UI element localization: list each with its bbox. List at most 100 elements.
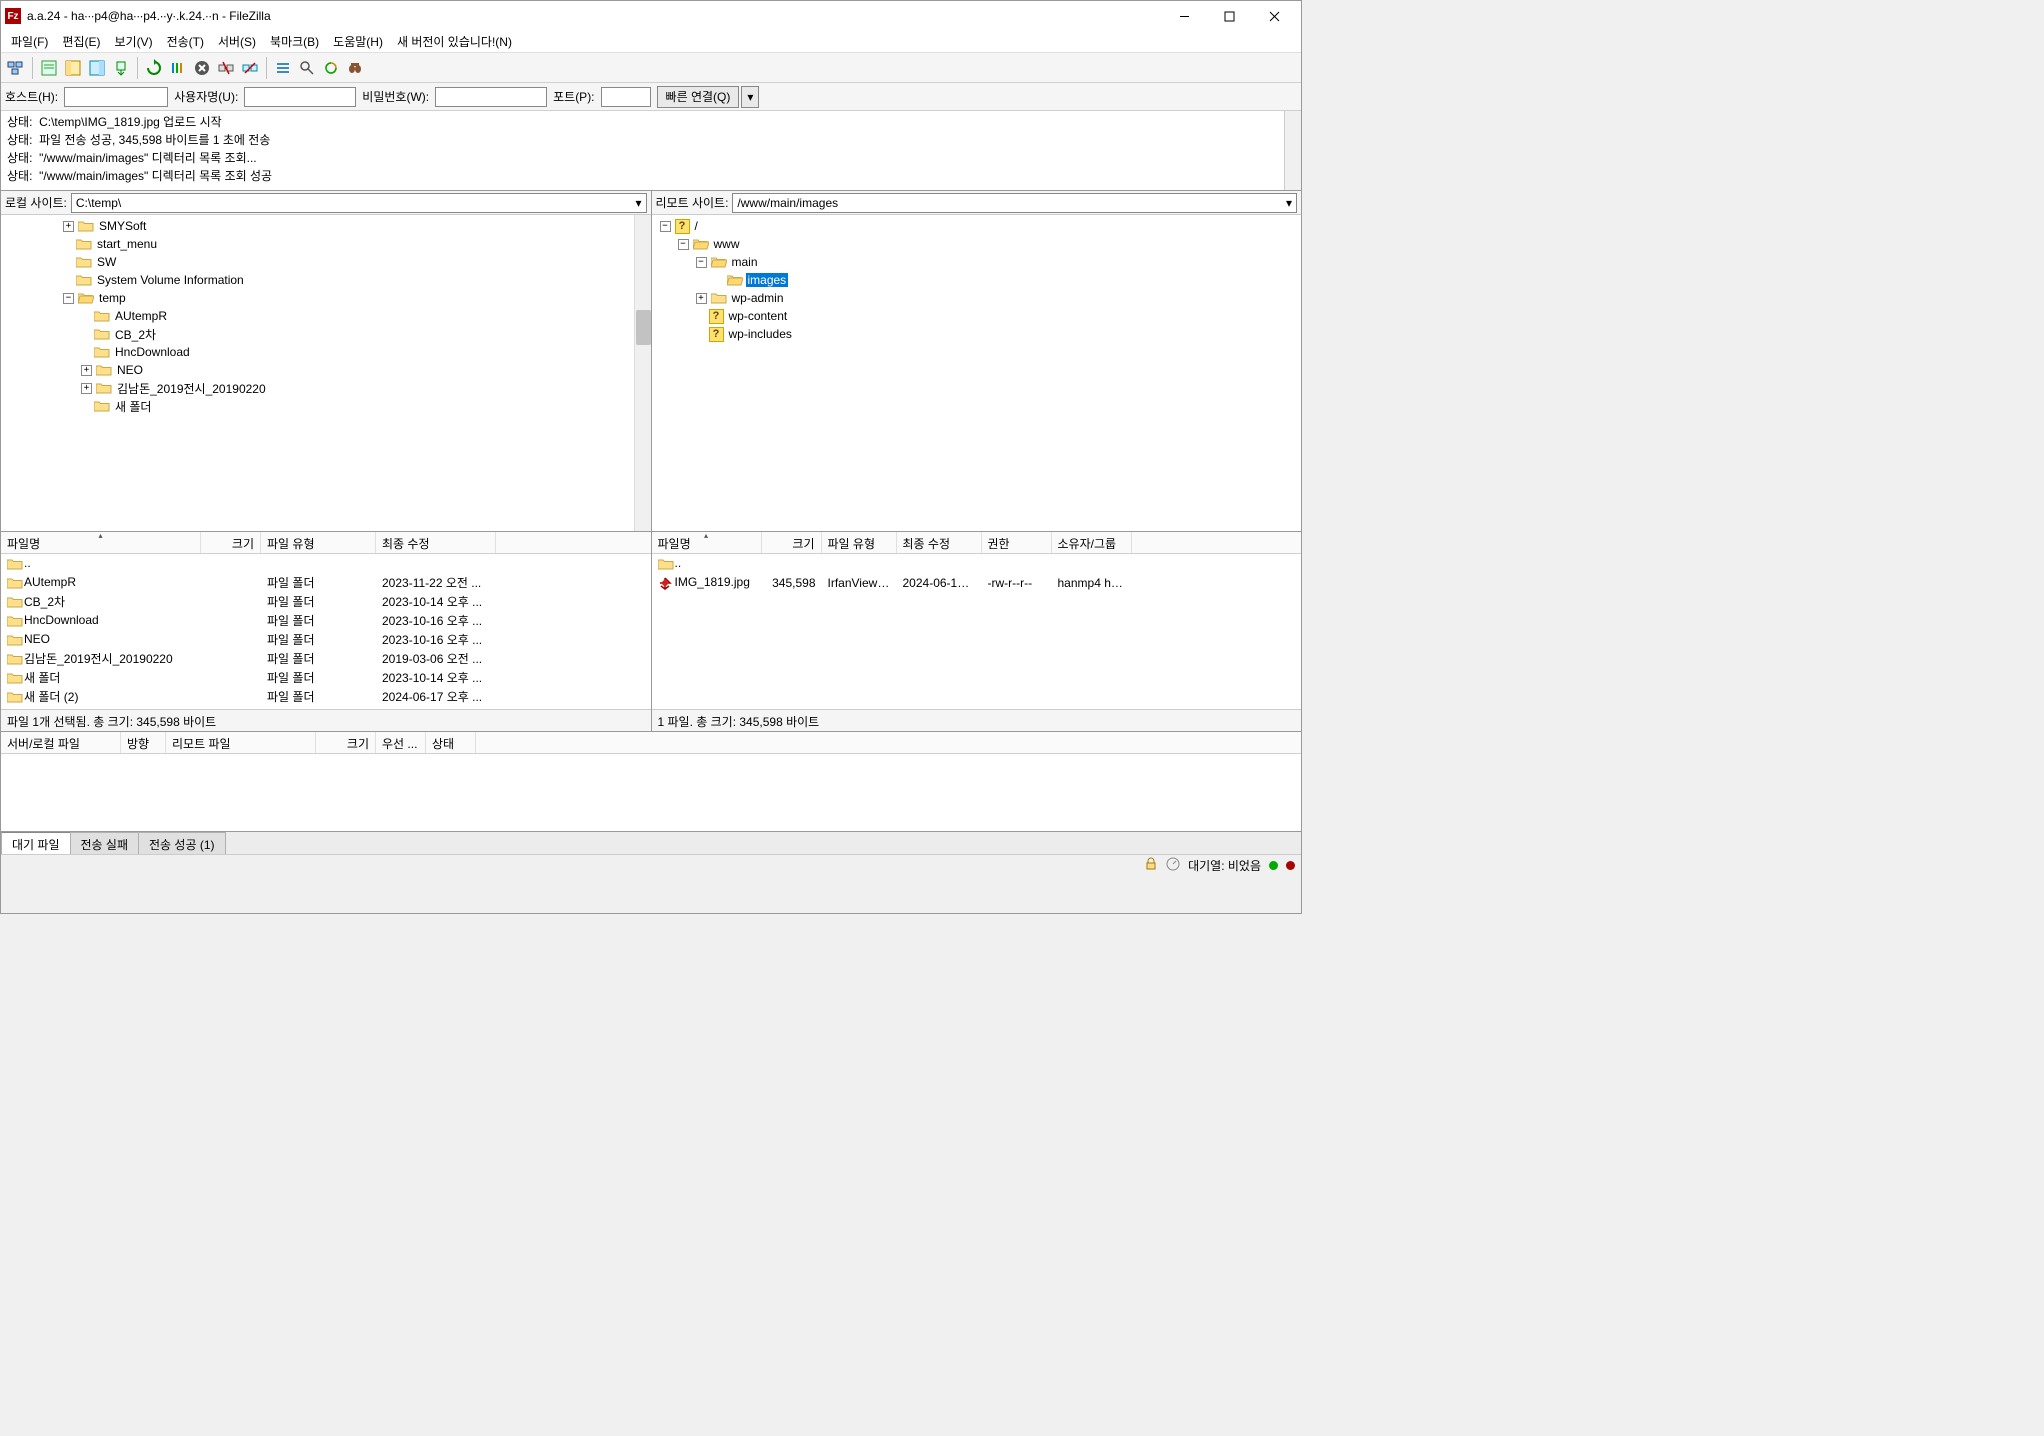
toggle-local-tree-icon[interactable] bbox=[62, 57, 84, 79]
quickconnect-button[interactable]: 빠른 연결(Q) bbox=[657, 86, 740, 108]
col-size[interactable]: 크기 bbox=[201, 532, 261, 553]
site-manager-icon[interactable] bbox=[5, 57, 27, 79]
remote-path-input[interactable]: /www/main/images▾ bbox=[732, 193, 1297, 213]
tree-item[interactable]: AUtempR bbox=[1, 307, 651, 325]
local-filelist-body[interactable]: .. AUtempR 파일 폴더 2023-11-22 오전 ... CB_2차… bbox=[1, 554, 651, 709]
tree-expander[interactable]: + bbox=[81, 383, 92, 394]
file-row[interactable]: 새 폴더 파일 폴더 2023-10-14 오후 ... bbox=[1, 668, 651, 687]
col-size[interactable]: 크기 bbox=[762, 532, 822, 553]
remote-filelist-body[interactable]: .. IMG_1819.jpg 345,598 IrfanView J... 2… bbox=[652, 554, 1302, 709]
file-row[interactable]: CB_2차 파일 폴더 2023-10-14 오후 ... bbox=[1, 592, 651, 611]
file-row[interactable]: HncDownload 파일 폴더 2023-10-16 오후 ... bbox=[1, 611, 651, 630]
tree-expander[interactable]: − bbox=[660, 221, 671, 232]
tree-expander[interactable]: − bbox=[678, 239, 689, 250]
menu-bookmark[interactable]: 북마크(B) bbox=[264, 31, 325, 52]
tree-item[interactable]: ?wp-includes bbox=[652, 325, 1302, 343]
tree-item[interactable]: HncDownload bbox=[1, 343, 651, 361]
minimize-button[interactable] bbox=[1162, 2, 1207, 30]
file-row[interactable]: IMG_1819.jpg 345,598 IrfanView J... 2024… bbox=[652, 573, 1302, 592]
col-filename[interactable]: ▴파일명 bbox=[1, 532, 201, 553]
tree-expander[interactable]: − bbox=[63, 293, 74, 304]
queue-header[interactable]: 서버/로컬 파일 방향 리모트 파일 크기 우선 ... 상태 bbox=[1, 732, 1301, 754]
file-row[interactable]: .. bbox=[652, 554, 1302, 573]
local-tree[interactable]: +SMYSoftstart_menuSWSystem Volume Inform… bbox=[1, 215, 651, 531]
tab-successful[interactable]: 전송 성공 (1) bbox=[138, 832, 226, 854]
remote-filelist-header[interactable]: ▴파일명 크기 파일 유형 최종 수정 권한 소유자/그룹 bbox=[652, 532, 1302, 554]
menu-update[interactable]: 새 버전이 있습니다!(N) bbox=[391, 31, 518, 52]
lock-icon[interactable] bbox=[1144, 857, 1158, 874]
col-filename[interactable]: ▴파일명 bbox=[652, 532, 762, 553]
tree-item[interactable]: images bbox=[652, 271, 1302, 289]
reconnect-icon[interactable] bbox=[239, 57, 261, 79]
file-row[interactable]: AUtempR 파일 폴더 2023-11-22 오전 ... bbox=[1, 573, 651, 592]
remote-tree[interactable]: −?/−www−mainimages+wp-admin?wp-content?w… bbox=[652, 215, 1302, 531]
toggle-log-icon[interactable] bbox=[38, 57, 60, 79]
tree-item[interactable]: +wp-admin bbox=[652, 289, 1302, 307]
log-scrollbar[interactable] bbox=[1284, 111, 1301, 190]
col-perm[interactable]: 권한 bbox=[982, 532, 1052, 553]
col-date[interactable]: 최종 수정 bbox=[376, 532, 496, 553]
tree-expander[interactable]: − bbox=[696, 257, 707, 268]
quickconnect-dropdown[interactable]: ▾ bbox=[741, 86, 759, 108]
tree-item[interactable]: +SMYSoft bbox=[1, 217, 651, 235]
process-queue-icon[interactable] bbox=[167, 57, 189, 79]
file-row[interactable]: 김남돈_2019전시_20190220 파일 폴더 2019-03-06 오전 … bbox=[1, 649, 651, 668]
port-input[interactable] bbox=[601, 87, 651, 107]
search-icon[interactable] bbox=[296, 57, 318, 79]
tree-expander[interactable]: + bbox=[63, 221, 74, 232]
tree-item[interactable]: 새 폴더 bbox=[1, 397, 651, 415]
close-button[interactable] bbox=[1252, 2, 1297, 30]
menu-file[interactable]: 파일(F) bbox=[5, 31, 54, 52]
pass-input[interactable] bbox=[435, 87, 547, 107]
tree-item[interactable]: ?wp-content bbox=[652, 307, 1302, 325]
col-direction[interactable]: 방향 bbox=[121, 732, 166, 753]
filter-icon[interactable] bbox=[272, 57, 294, 79]
tab-queued[interactable]: 대기 파일 bbox=[1, 832, 71, 854]
compare-icon[interactable] bbox=[320, 57, 342, 79]
tree-item[interactable]: CB_2차 bbox=[1, 325, 651, 343]
file-row[interactable]: .. bbox=[1, 554, 651, 573]
speed-limit-icon[interactable] bbox=[1166, 857, 1180, 874]
cancel-icon[interactable] bbox=[191, 57, 213, 79]
menu-server[interactable]: 서버(S) bbox=[212, 31, 262, 52]
tree-item[interactable]: −temp bbox=[1, 289, 651, 307]
menu-view[interactable]: 보기(V) bbox=[108, 31, 158, 52]
toggle-remote-tree-icon[interactable] bbox=[86, 57, 108, 79]
message-log[interactable]: 상태: C:\temp\IMG_1819.jpg 업로드 시작상태: 파일 전송… bbox=[1, 111, 1301, 191]
tree-expander[interactable]: + bbox=[81, 365, 92, 376]
col-size[interactable]: 크기 bbox=[316, 732, 376, 753]
tree-item[interactable]: +NEO bbox=[1, 361, 651, 379]
binoculars-icon[interactable] bbox=[344, 57, 366, 79]
tree-item[interactable]: start_menu bbox=[1, 235, 651, 253]
col-status[interactable]: 상태 bbox=[426, 732, 476, 753]
col-serverfile[interactable]: 서버/로컬 파일 bbox=[1, 732, 121, 753]
tree-item[interactable]: System Volume Information bbox=[1, 271, 651, 289]
tree-item[interactable]: −main bbox=[652, 253, 1302, 271]
col-date[interactable]: 최종 수정 bbox=[897, 532, 982, 553]
menu-edit[interactable]: 편집(E) bbox=[56, 31, 106, 52]
toggle-queue-icon[interactable] bbox=[110, 57, 132, 79]
tree-item[interactable]: −?/ bbox=[652, 217, 1302, 235]
tree-item[interactable]: SW bbox=[1, 253, 651, 271]
maximize-button[interactable] bbox=[1207, 2, 1252, 30]
disconnect-icon[interactable] bbox=[215, 57, 237, 79]
tree-item[interactable]: +김남돈_2019전시_20190220 bbox=[1, 379, 651, 397]
tab-failed[interactable]: 전송 실패 bbox=[70, 832, 140, 854]
refresh-icon[interactable] bbox=[143, 57, 165, 79]
local-path-input[interactable]: C:\temp\▾ bbox=[71, 193, 647, 213]
tree-item[interactable]: −www bbox=[652, 235, 1302, 253]
col-owner[interactable]: 소유자/그룹 bbox=[1052, 532, 1132, 553]
col-priority[interactable]: 우선 ... bbox=[376, 732, 426, 753]
file-row[interactable]: 새 폴더 (2) 파일 폴더 2024-06-17 오후 ... bbox=[1, 687, 651, 706]
queue-body[interactable] bbox=[1, 754, 1301, 831]
user-input[interactable] bbox=[244, 87, 356, 107]
col-type[interactable]: 파일 유형 bbox=[261, 532, 376, 553]
col-remotefile[interactable]: 리모트 파일 bbox=[166, 732, 316, 753]
local-tree-scrollbar[interactable] bbox=[634, 215, 651, 531]
local-filelist-header[interactable]: ▴파일명 크기 파일 유형 최종 수정 bbox=[1, 532, 651, 554]
file-row[interactable]: NEO 파일 폴더 2023-10-16 오후 ... bbox=[1, 630, 651, 649]
menu-help[interactable]: 도움말(H) bbox=[327, 31, 389, 52]
col-type[interactable]: 파일 유형 bbox=[822, 532, 897, 553]
host-input[interactable] bbox=[64, 87, 168, 107]
menu-transfer[interactable]: 전송(T) bbox=[161, 31, 210, 52]
